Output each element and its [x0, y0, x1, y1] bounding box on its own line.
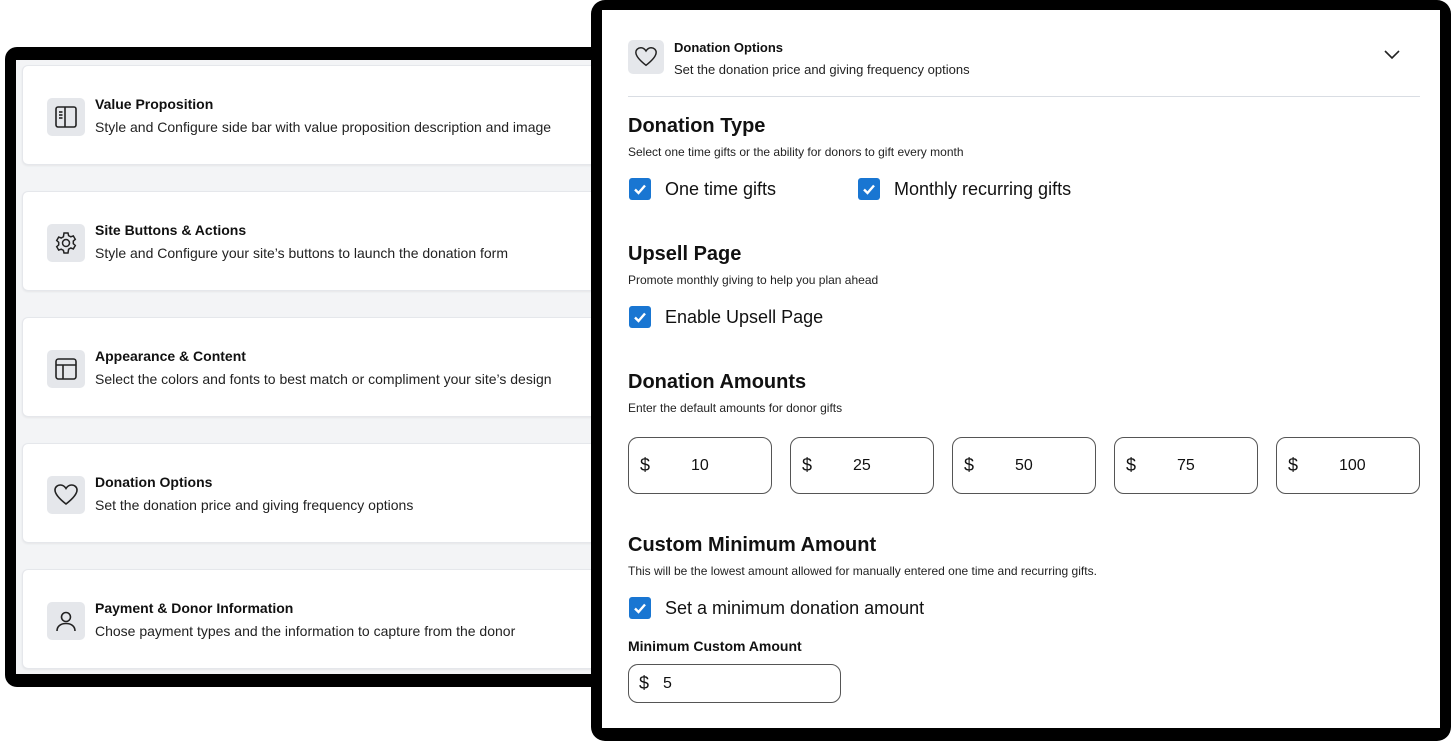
checkmark-icon[interactable]: [629, 306, 651, 328]
menu-card-payment-donor[interactable]: Payment & Donor Information Chose paymen…: [22, 569, 636, 669]
menu-card-desc: Chose payment types and the information …: [95, 623, 516, 639]
amount-value: 50: [1015, 457, 1033, 474]
amount-value: 10: [691, 457, 709, 474]
menu-card-desc: Select the colors and fonts to best matc…: [95, 371, 552, 387]
currency-symbol: $: [964, 455, 975, 475]
checkbox-label: Set a minimum donation amount: [665, 597, 925, 618]
amount-input-5[interactable]: $ 100: [1276, 437, 1420, 494]
panel-title: Donation Options: [674, 40, 784, 55]
menu-card-title: Value Proposition: [95, 96, 214, 112]
heart-icon: [47, 476, 85, 514]
checkbox-label: One time gifts: [665, 178, 777, 199]
enable-upsell-checkbox[interactable]: Enable Upsell Page: [629, 305, 823, 329]
layout-icon: [47, 350, 85, 388]
upsell-desc: Promote monthly giving to help you plan …: [628, 273, 879, 287]
menu-card-title: Payment & Donor Information: [95, 600, 294, 616]
currency-symbol: $: [640, 455, 651, 475]
amount-value: 25: [853, 457, 871, 474]
menu-card-desc: Style and Configure your site’s buttons …: [95, 245, 508, 261]
upsell-heading: Upsell Page: [628, 243, 742, 265]
set-minimum-checkbox[interactable]: Set a minimum donation amount: [629, 596, 924, 620]
custom-minimum-heading: Custom Minimum Amount: [628, 534, 877, 556]
checkmark-icon[interactable]: [629, 178, 651, 200]
menu-card-desc: Set the donation price and giving freque…: [95, 497, 414, 513]
menu-card-title: Appearance & Content: [95, 348, 246, 364]
amount-value: 75: [1177, 457, 1195, 474]
gear-icon: [47, 224, 85, 262]
menu-card-donation-options[interactable]: Donation Options Set the donation price …: [22, 443, 636, 543]
checkmark-icon[interactable]: [858, 178, 880, 200]
donation-type-desc: Select one time gifts or the ability for…: [628, 145, 964, 159]
amount-value: 100: [1339, 457, 1366, 474]
minimum-amount-input[interactable]: $ 5: [628, 664, 841, 703]
donation-amounts-heading: Donation Amounts: [628, 371, 807, 393]
minimum-amount-label: Minimum Custom Amount: [628, 638, 802, 654]
donation-type-heading: Donation Type: [628, 115, 766, 137]
panel-subtitle: Set the donation price and giving freque…: [674, 62, 970, 77]
amount-input-2[interactable]: $ 25: [790, 437, 934, 494]
menu-card-appearance[interactable]: Appearance & Content Select the colors a…: [22, 317, 636, 417]
amount-input-1[interactable]: $ 10: [628, 437, 772, 494]
currency-symbol: $: [639, 673, 650, 693]
amount-input-4[interactable]: $ 75: [1114, 437, 1258, 494]
header-divider: [628, 96, 1420, 97]
donation-options-panel: Donation Options Set the donation price …: [602, 10, 1440, 728]
monthly-recurring-checkbox[interactable]: Monthly recurring gifts: [858, 177, 1071, 201]
user-icon: [47, 602, 85, 640]
currency-symbol: $: [1288, 455, 1299, 475]
menu-card-title: Donation Options: [95, 474, 213, 490]
menu-card-value-proposition[interactable]: Value Proposition Style and Configure si…: [22, 65, 636, 165]
donation-amounts-desc: Enter the default amounts for donor gift…: [628, 401, 843, 415]
custom-minimum-desc: This will be the lowest amount allowed f…: [628, 564, 1097, 578]
one-time-gifts-checkbox[interactable]: One time gifts: [629, 177, 776, 201]
amount-input-3[interactable]: $ 50: [952, 437, 1096, 494]
chevron-down-icon[interactable]: [1382, 48, 1402, 62]
currency-symbol: $: [802, 455, 813, 475]
currency-symbol: $: [1126, 455, 1137, 475]
sidebar-layout-icon: [47, 98, 85, 136]
menu-card-desc: Style and Configure side bar with value …: [95, 119, 552, 135]
checkbox-label: Monthly recurring gifts: [894, 178, 1072, 199]
settings-menu: Value Proposition Style and Configure si…: [16, 60, 636, 674]
checkmark-icon[interactable]: [629, 597, 651, 619]
heart-icon: [628, 40, 664, 74]
menu-card-title: Site Buttons & Actions: [95, 222, 247, 238]
menu-card-site-buttons[interactable]: Site Buttons & Actions Style and Configu…: [22, 191, 636, 291]
minimum-amount-value: 5: [663, 675, 672, 692]
checkbox-label: Enable Upsell Page: [665, 306, 824, 327]
